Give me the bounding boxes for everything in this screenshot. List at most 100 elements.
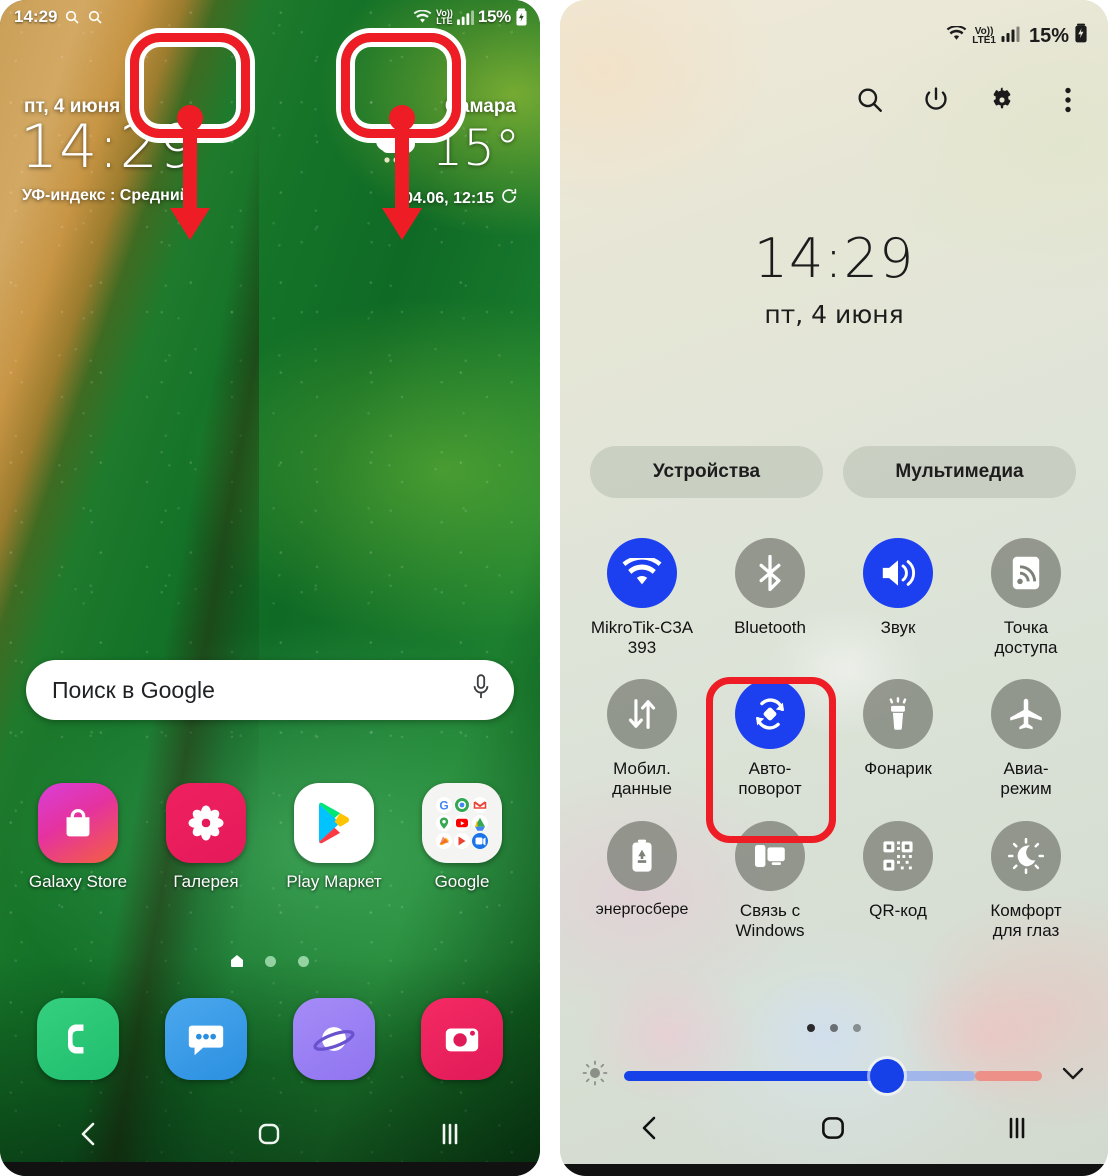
toggle-sound[interactable]: Звук bbox=[834, 538, 962, 657]
toggle-power-saving[interactable]: энергосбере bbox=[578, 820, 706, 940]
flashlight-icon[interactable] bbox=[863, 679, 933, 750]
home-icon[interactable] bbox=[818, 1113, 848, 1148]
right-nav-bar bbox=[560, 1102, 1108, 1158]
widget-main-row: 14:29 15° bbox=[0, 116, 540, 179]
page-dot[interactable] bbox=[298, 955, 309, 967]
brightness-icon bbox=[582, 1060, 608, 1091]
battery-percent-label: 15% bbox=[1028, 24, 1069, 47]
tab-devices[interactable]: Устройства bbox=[590, 446, 823, 498]
recents-icon[interactable] bbox=[1003, 1115, 1031, 1146]
toggle-label: Фонарик bbox=[864, 759, 932, 779]
app-galaxy-store[interactable]: Galaxy Store bbox=[14, 783, 142, 892]
home-page-indicator[interactable] bbox=[0, 955, 540, 967]
toggle-label: Авиа-режим bbox=[1000, 759, 1052, 799]
bluetooth-icon[interactable] bbox=[735, 538, 805, 608]
refresh-icon[interactable] bbox=[500, 187, 518, 210]
brightness-slider-row bbox=[582, 1058, 1088, 1093]
microphone-icon[interactable] bbox=[470, 673, 492, 708]
back-icon[interactable] bbox=[637, 1113, 663, 1148]
page-dot[interactable] bbox=[853, 1024, 861, 1032]
toggle-label: QR-код bbox=[869, 900, 927, 920]
camera-icon[interactable] bbox=[421, 998, 503, 1080]
toggle-wifi[interactable]: MikroTik-C3A 393 bbox=[578, 538, 706, 657]
toggle-label: Точка доступа bbox=[994, 618, 1058, 657]
left-phone-bezel-bottom bbox=[0, 1162, 540, 1176]
google-folder-icon[interactable]: G bbox=[422, 783, 502, 863]
toggle-hotspot[interactable]: Точка доступа bbox=[962, 538, 1090, 657]
right-phone-bezel-bottom bbox=[560, 1164, 1108, 1176]
wifi-icon bbox=[413, 9, 432, 25]
galaxy-store-icon[interactable] bbox=[38, 783, 118, 863]
slider-knob[interactable] bbox=[870, 1058, 905, 1093]
dock-item-internet[interactable] bbox=[270, 998, 398, 1080]
wifi-icon[interactable] bbox=[607, 538, 677, 608]
sound-icon[interactable] bbox=[863, 538, 933, 608]
home-icon[interactable] bbox=[255, 1120, 283, 1153]
tab-media[interactable]: Мультимедиа bbox=[843, 446, 1076, 498]
battery-charging-icon bbox=[515, 8, 528, 26]
search-input[interactable]: Поиск в Google bbox=[52, 677, 215, 704]
right-phone-quick-settings: Vo)) LTE1 15% 14:29 пт, 4 июня Устройств… bbox=[560, 0, 1108, 1176]
toggle-label: Комфорт для глаз bbox=[990, 900, 1062, 940]
volte-lte1-icon: Vo)) LTE1 bbox=[972, 26, 996, 46]
recents-icon[interactable] bbox=[436, 1121, 464, 1152]
app-play-market[interactable]: Play Маркет bbox=[270, 783, 398, 892]
toggle-label: MikroTik-C3A 393 bbox=[590, 618, 694, 657]
toggle-row: MikroTik-C3A 393 Bluetooth Звук Точка до… bbox=[578, 538, 1090, 657]
google-search-bar[interactable]: Поиск в Google bbox=[26, 660, 514, 720]
toggle-flashlight[interactable]: Фонарик bbox=[834, 679, 962, 798]
power-saving-icon[interactable] bbox=[607, 820, 677, 891]
signal-icon bbox=[456, 9, 474, 25]
status-bar-right-group: Vo)) LTE 15% bbox=[413, 7, 528, 27]
page-dot-home[interactable] bbox=[231, 955, 243, 967]
app-label: Галерея bbox=[173, 872, 239, 891]
mobile-data-icon[interactable] bbox=[607, 679, 677, 750]
left-nav-bar bbox=[0, 1108, 540, 1164]
search-icon[interactable] bbox=[852, 82, 888, 118]
dock-item-camera[interactable] bbox=[398, 998, 526, 1080]
airplane-icon[interactable] bbox=[991, 679, 1061, 750]
toggle-label: энергосбере bbox=[595, 900, 689, 918]
toggle-label: Звук bbox=[880, 618, 916, 637]
eye-comfort-icon[interactable] bbox=[991, 820, 1061, 891]
quick-settings-page-indicator[interactable] bbox=[560, 1024, 1108, 1032]
left-status-bar: 14:29 Vo)) LTE 15% bbox=[0, 0, 540, 34]
slider-filled-track bbox=[624, 1070, 888, 1081]
page-dot[interactable] bbox=[265, 955, 276, 967]
hotspot-icon[interactable] bbox=[991, 538, 1061, 608]
slider-extra-track bbox=[975, 1070, 1042, 1081]
chevron-down-icon[interactable] bbox=[1058, 1062, 1088, 1089]
samsung-internet-icon[interactable] bbox=[293, 998, 375, 1080]
quick-settings-clock: 14:29 пт, 4 июня bbox=[560, 232, 1108, 330]
annotation-highlight-auto-rotate bbox=[706, 677, 836, 843]
page-dot[interactable] bbox=[807, 1024, 815, 1032]
power-icon[interactable] bbox=[918, 82, 954, 118]
search-icon bbox=[87, 9, 103, 25]
wifi-icon bbox=[946, 24, 967, 48]
toggle-bluetooth[interactable]: Bluetooth bbox=[706, 538, 834, 657]
page-dot[interactable] bbox=[830, 1024, 838, 1032]
dock-item-messages[interactable] bbox=[142, 998, 270, 1080]
quick-settings-header bbox=[852, 82, 1086, 118]
qs-clock-date: пт, 4 июня bbox=[764, 300, 904, 329]
app-google-folder[interactable]: G Google bbox=[398, 783, 526, 892]
toggle-eye-comfort[interactable]: Комфорт для глаз bbox=[962, 820, 1090, 940]
messages-icon[interactable] bbox=[165, 998, 247, 1080]
back-icon[interactable] bbox=[76, 1119, 102, 1154]
play-store-icon[interactable] bbox=[294, 783, 374, 863]
toggle-qr-code[interactable]: QR-код bbox=[834, 820, 962, 940]
app-label: Play Маркет bbox=[286, 872, 382, 891]
phone-icon[interactable] bbox=[37, 998, 119, 1080]
brightness-slider[interactable] bbox=[624, 1058, 1042, 1093]
qr-code-icon[interactable] bbox=[863, 820, 933, 891]
annotation-arrow-right bbox=[382, 105, 422, 240]
quick-settings-tabs: Устройства Мультимедиа bbox=[590, 446, 1076, 498]
toggle-airplane-mode[interactable]: Авиа-режим bbox=[962, 679, 1090, 798]
app-grid: Galaxy Store Галерея Play Маркет G Googl… bbox=[14, 783, 526, 892]
gallery-icon[interactable] bbox=[166, 783, 246, 863]
more-vertical-icon[interactable] bbox=[1050, 82, 1086, 118]
app-gallery[interactable]: Галерея bbox=[142, 783, 270, 892]
dock-item-phone[interactable] bbox=[14, 998, 142, 1080]
gear-icon[interactable] bbox=[984, 82, 1020, 118]
toggle-mobile-data[interactable]: Мобил. данные bbox=[578, 679, 706, 798]
